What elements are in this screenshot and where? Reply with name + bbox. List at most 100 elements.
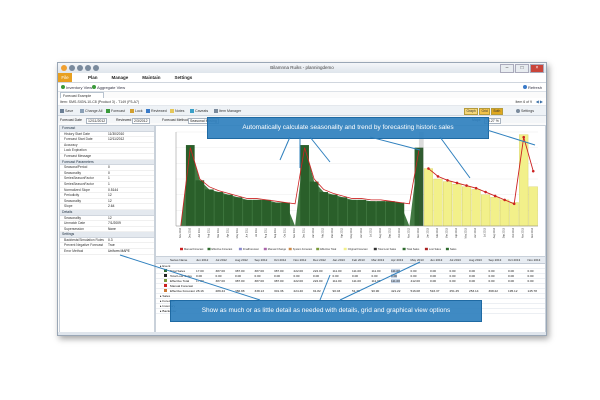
close-button[interactable]: × [530, 64, 544, 73]
grid-value-cell[interactable]: 145.78 [528, 289, 537, 293]
grid-value-cell[interactable]: 421.22 [391, 289, 400, 293]
grid-value-cell[interactable]: 387.00 [216, 279, 225, 283]
grid-value-cell[interactable]: 90.90 [372, 289, 380, 293]
grid-value-cell[interactable]: 0.00 [430, 269, 436, 273]
grid-value-cell[interactable]: 0.00 [196, 274, 202, 278]
grid-value-cell[interactable]: 253.14 [469, 289, 478, 293]
grid-value-cell[interactable]: 0.00 [508, 279, 514, 283]
grid-view-toggle[interactable]: Grid [479, 108, 491, 115]
property-value[interactable]: 12 [108, 199, 154, 204]
grid-column-header[interactable]: Nov 2012 [294, 258, 307, 262]
grid-column-header[interactable]: Sep 2013 [489, 258, 502, 262]
notes-button[interactable]: Notes [170, 109, 184, 113]
grid-value-cell[interactable]: 111.00 [352, 279, 361, 283]
save-button[interactable]: Save [60, 109, 73, 113]
grid-value-cell[interactable]: 222.00 [313, 269, 322, 273]
property-value[interactable]: 2.64 [108, 204, 154, 209]
property-value[interactable]: 11/30/2010 [108, 132, 154, 137]
grid-column-header[interactable]: Nov 2013 [528, 258, 541, 262]
grid-column-header[interactable]: Aug 2012 [235, 258, 248, 262]
grid-value-cell[interactable]: 195.12 [508, 289, 517, 293]
menu-settings[interactable]: Settings [175, 75, 193, 80]
grid-column-header[interactable]: Jul 2012 [216, 258, 227, 262]
grid-value-cell[interactable]: 0.00 [333, 274, 339, 278]
grid-value-cell[interactable]: 387.00 [255, 269, 264, 273]
menu-maintain[interactable]: Maintain [142, 75, 160, 80]
grid-value-cell[interactable]: 0.00 [450, 279, 456, 283]
grid-value-cell[interactable]: 0.00 [274, 274, 280, 278]
grid-value-cell[interactable]: 301.36 [274, 289, 283, 293]
grid-value-cell[interactable]: 0.00 [508, 274, 514, 278]
maximize-button[interactable]: □ [515, 64, 529, 73]
grid-value-cell[interactable]: 338.13 [255, 289, 264, 293]
grid-value-cell[interactable]: 368.22 [489, 289, 498, 293]
settings-button[interactable]: Settings [516, 109, 534, 113]
grid-column-header[interactable]: Jun 2013 [430, 258, 442, 262]
inventory-view-link[interactable]: Inventory View [61, 85, 92, 90]
both-view-toggle[interactable]: Both [491, 108, 503, 115]
reviewed-button[interactable]: Reviewed [146, 109, 167, 113]
panel-property-row[interactable]: Error Method Uniform MAPE [60, 249, 154, 255]
grid-column-header[interactable]: Mar 2013 [372, 258, 385, 262]
property-value[interactable]: 0 [108, 171, 154, 176]
grid-value-cell[interactable]: 0.00 [372, 274, 378, 278]
grid-value-cell[interactable]: 412.00 [411, 279, 420, 283]
grid-value-cell[interactable]: 387.00 [274, 269, 283, 273]
grid-value-cell[interactable]: 289.44 [216, 289, 225, 293]
grid-column-header[interactable]: Feb 2013 [352, 258, 365, 262]
property-value[interactable] [108, 143, 154, 148]
grid-column-header[interactable]: Dec 2012 [313, 258, 326, 262]
grid-value-cell[interactable]: 0.00 [235, 274, 241, 278]
grid-value-cell[interactable]: 251.45 [450, 289, 459, 293]
grid-value-cell[interactable]: 0.00 [430, 274, 436, 278]
grid-value-cell[interactable]: 0.00 [489, 274, 495, 278]
grid-value-cell[interactable]: 0.00 [469, 274, 475, 278]
grid-column-header[interactable]: Sep 2012 [255, 258, 268, 262]
grid-value-cell[interactable]: 222.00 [313, 279, 322, 283]
change-all-button[interactable]: Change All [80, 109, 102, 113]
grid-column-header[interactable]: Jun 2012 [196, 258, 208, 262]
grid-value-cell[interactable]: 111.00 [391, 268, 401, 273]
file-menu-button[interactable]: File [58, 73, 72, 82]
record-nav-arrows[interactable]: ◀ ▶ [536, 99, 543, 104]
grid-value-cell[interactable]: 0.00 [528, 274, 534, 278]
grid-value-cell[interactable]: 0.00 [469, 279, 475, 283]
grid-value-cell[interactable]: 111.00 [333, 279, 342, 283]
grid-value-cell[interactable]: 0.00 [216, 274, 222, 278]
grid-value-cell[interactable]: 51.76 [352, 289, 360, 293]
grid-value-cell[interactable]: 90.03 [333, 289, 341, 293]
graph-view-toggle[interactable]: Graph [464, 108, 479, 115]
menu-plan[interactable]: Plan [88, 75, 98, 80]
reviewed-date-field[interactable]: 2/3/2012 [132, 117, 150, 124]
grid-column-header[interactable]: Oct 2013 [508, 258, 520, 262]
grid-value-cell[interactable]: 0.00 [450, 274, 456, 278]
grid-column-header[interactable]: Jul 2013 [450, 258, 461, 262]
grid-value-cell[interactable]: 111.00 [333, 269, 342, 273]
grid-column-header[interactable]: Jan 2013 [333, 258, 345, 262]
property-value[interactable]: 0.5144 [108, 188, 154, 193]
property-value[interactable]: None [108, 227, 154, 232]
grid-value-cell[interactable]: 0.00 [352, 274, 358, 278]
grid-value-cell[interactable]: 0.00 [391, 273, 398, 278]
grid-value-cell[interactable]: 17.00 [196, 279, 204, 283]
grid-value-cell[interactable]: 0.00 [313, 274, 319, 278]
lock-button[interactable]: Lock [130, 109, 143, 113]
property-value[interactable] [108, 148, 154, 153]
grid-value-cell[interactable]: 111.00 [352, 269, 361, 273]
grid-value-cell[interactable]: 516.08 [411, 289, 420, 293]
grid-value-cell[interactable]: 28.16 [196, 289, 204, 293]
forecast-date-field[interactable]: 12/11/2012 [86, 117, 108, 124]
grid-value-cell[interactable]: 0.00 [528, 279, 534, 283]
grid-value-cell[interactable]: 0.00 [508, 269, 514, 273]
grid-value-cell[interactable]: 387.00 [216, 269, 225, 273]
grid-value-cell[interactable]: 0.00 [489, 269, 495, 273]
grid-value-cell[interactable]: 0.00 [411, 274, 417, 278]
grid-value-cell[interactable]: 222.00 [294, 269, 303, 273]
property-value[interactable]: 12/11/2012 [108, 137, 154, 142]
grid-value-cell[interactable]: 387.00 [255, 279, 264, 283]
grid-value-cell[interactable]: 516.37 [430, 289, 439, 293]
grid-column-header[interactable]: Oct 2012 [274, 258, 286, 262]
minimize-button[interactable]: – [500, 64, 514, 73]
grid-column-header[interactable]: Aug 2013 [469, 258, 482, 262]
menu-manage[interactable]: Manage [112, 75, 129, 80]
